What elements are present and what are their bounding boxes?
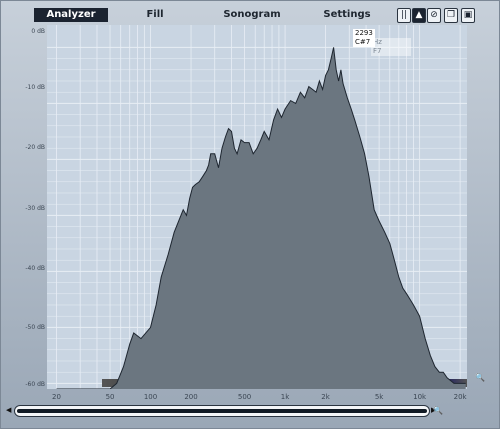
- zoom-in-icon[interactable]: 🔍: [433, 406, 443, 415]
- save-icon[interactable]: ▣: [461, 8, 475, 23]
- spectrum-plot[interactable]: [47, 25, 467, 389]
- tooltip-ghost: Hz F7: [371, 38, 411, 56]
- analyzer-window: Analyzer Fill Sonogram Settings || ▲ ⊘ ❐…: [0, 0, 500, 429]
- top-tab-bar: Analyzer Fill Sonogram Settings || ▲ ⊘ ❐…: [7, 7, 491, 23]
- x-tick-label: 200: [184, 393, 198, 401]
- x-tick-label: 100: [143, 393, 158, 401]
- y-tick-label: -40 dB: [25, 265, 45, 272]
- horizontal-scrollbar[interactable]: [14, 405, 430, 417]
- x-tick-label: 20: [52, 393, 61, 401]
- no-entry-icon[interactable]: ⊘: [427, 8, 441, 23]
- x-tick-label: 5k: [374, 393, 384, 401]
- scrollbar-thumb[interactable]: [17, 409, 427, 413]
- scroll-left-icon[interactable]: ◀: [6, 406, 11, 414]
- y-tick-label: -30 dB: [25, 205, 45, 212]
- x-tick-label: 1k: [280, 393, 290, 401]
- triangle-icon[interactable]: ▲: [412, 8, 426, 23]
- x-tick-label: 50: [105, 393, 115, 401]
- y-tick-label: -60 dB: [25, 381, 45, 388]
- tab-analyzer[interactable]: Analyzer: [34, 8, 108, 22]
- spectrum-area: [56, 47, 466, 389]
- copy-icon[interactable]: ❐: [444, 8, 458, 23]
- x-tick-label: 10k: [413, 393, 427, 401]
- tab-settings[interactable]: Settings: [320, 8, 374, 22]
- y-tick-label: -50 dB: [25, 324, 45, 331]
- y-tick-label: -10 dB: [25, 84, 45, 91]
- spectrum-chart: [47, 25, 467, 389]
- tooltip-ghost-note: F7: [373, 47, 382, 55]
- y-tick-label: -20 dB: [25, 144, 45, 151]
- pause-icon[interactable]: ||: [397, 8, 411, 23]
- x-tick-label: 500: [237, 393, 252, 401]
- x-tick-label: 20k: [453, 393, 467, 401]
- tab-sonogram[interactable]: Sonogram: [219, 8, 285, 22]
- y-tick-label: 0 dB: [31, 28, 45, 35]
- tooltip-note: C#7: [353, 38, 373, 47]
- zoom-icon[interactable]: 🔍: [475, 373, 485, 382]
- tab-fill[interactable]: Fill: [135, 8, 175, 22]
- x-tick-label: 2k: [321, 393, 330, 401]
